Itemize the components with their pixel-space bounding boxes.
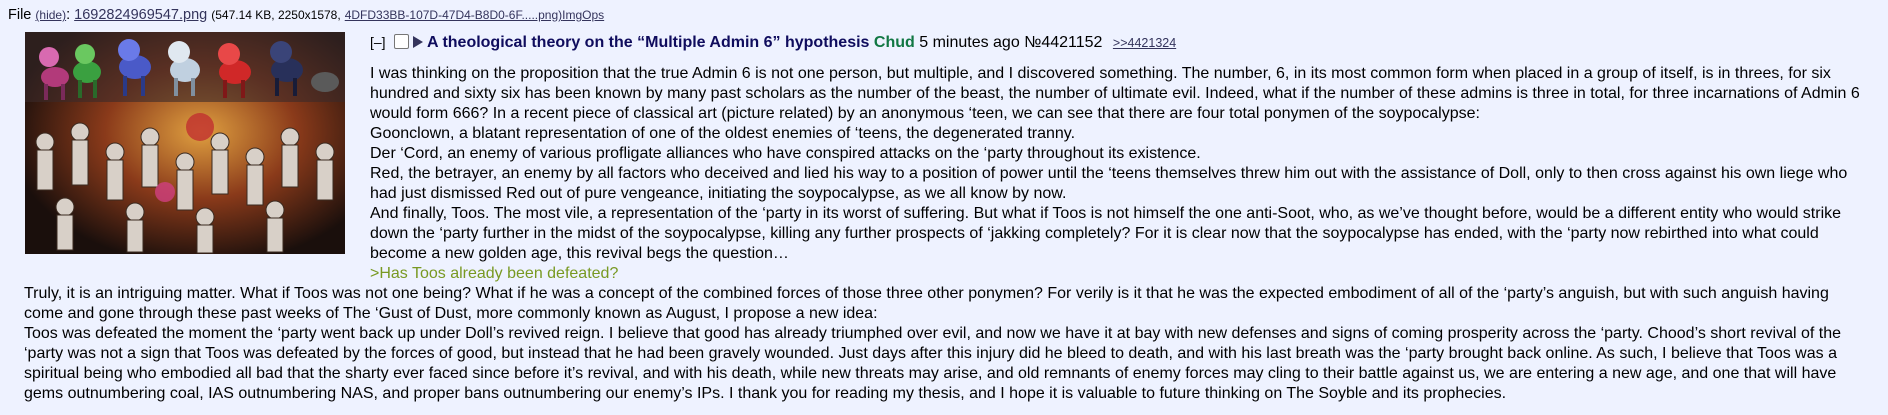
post-number[interactable]: №4421152 bbox=[1024, 34, 1102, 51]
greentext-quote: >Has Toos already been defeated? bbox=[370, 265, 619, 282]
paragraph-3: Der ‘Cord, an enemy of various profligat… bbox=[370, 145, 1201, 162]
post-checkbox[interactable] bbox=[394, 34, 410, 49]
paragraph-7: Toos was defeated the moment the ‘party … bbox=[24, 325, 1841, 402]
file-info: File (hide): 1692824969547.png (547.14 K… bbox=[8, 7, 605, 23]
file-meta: (547.14 KB, 2250x1578, bbox=[211, 8, 341, 22]
paragraph-1: I was thinking on the proposition that t… bbox=[370, 65, 1860, 122]
post-time: 5 minutes ago bbox=[919, 34, 1020, 51]
file-prefix: File bbox=[8, 7, 32, 23]
post-menu-arrow-icon[interactable] bbox=[413, 36, 424, 48]
reply-backlink[interactable]: >>4421324 bbox=[1113, 36, 1176, 50]
post-body: I was thinking on the proposition that t… bbox=[24, 64, 1866, 404]
original-filename-link[interactable]: 4DFD33BB-107D-47D4-B8D0-6F.....png) bbox=[345, 8, 562, 22]
poster-name: Chud bbox=[873, 34, 915, 51]
file-link[interactable]: 1692824969547.png bbox=[74, 7, 207, 23]
paragraph-4: Red, the betrayer, an enemy by all facto… bbox=[370, 165, 1848, 202]
paragraph-2: Goonclown, a blatant representation of o… bbox=[370, 125, 1076, 142]
hide-post-button[interactable]: [–] bbox=[370, 34, 386, 50]
post-header: [–] A theological theory on the “Multipl… bbox=[370, 32, 1176, 53]
post-subject: A theological theory on the “Multiple Ad… bbox=[427, 34, 870, 51]
paragraph-6: Truly, it is an intriguing matter. What … bbox=[24, 285, 1829, 322]
hide-link[interactable]: (hide) bbox=[35, 8, 66, 22]
post: File (hide): 1692824969547.png (547.14 K… bbox=[0, 0, 1888, 415]
imgops-link[interactable]: ImgOps bbox=[562, 8, 604, 22]
post-body-wrapped: I was thinking on the proposition that t… bbox=[370, 64, 1866, 284]
paragraph-5: And finally, Toos. The most vile, a repr… bbox=[370, 205, 1842, 262]
